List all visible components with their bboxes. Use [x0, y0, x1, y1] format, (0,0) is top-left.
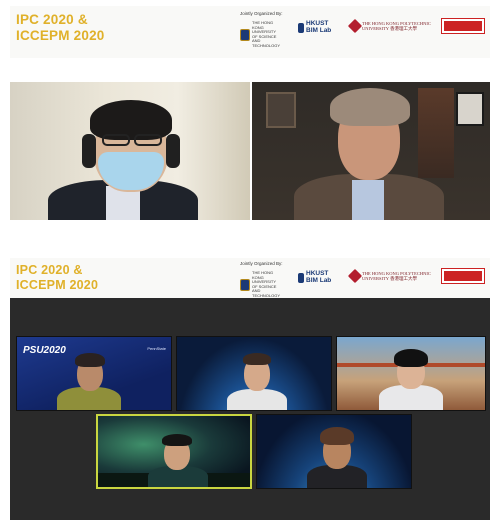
polyu-logo-text: THE HONG KONG POLYTECHNIC UNIVERSITY 香港理… [362, 271, 431, 281]
polyu-logo-text: THE HONG KONG POLYTECHNIC UNIVERSITY 香港理… [362, 21, 431, 31]
organized-by-label: Jointly Organized By: [240, 11, 283, 16]
event-title-line1: IPC 2020 & [16, 263, 83, 277]
partner-logo [441, 18, 485, 34]
participant-tile[interactable] [336, 336, 486, 411]
hkust-logo: THE HONG KONG UNIVERSITY OF SCIENCE AND … [240, 270, 282, 298]
polyu-diamond-icon [347, 268, 363, 284]
hkust-crest-icon [240, 278, 250, 291]
virtual-background-title: PSU2020 [23, 345, 66, 356]
bim-lab-logo: HKUST BIM Lab [298, 20, 338, 34]
event-title-line2: ICCEPM 2020 [16, 28, 105, 43]
hkust-crest-icon [298, 22, 304, 33]
conference-header: IPC 2020 & ICCEPM 2020 Jointly Organized… [10, 258, 490, 298]
polyu-logo: THE HONG KONG POLYTECHNIC UNIVERSITY 香港理… [347, 18, 432, 34]
event-title-line1: IPC 2020 & [16, 12, 88, 27]
pennstate-badge: PennState [147, 346, 166, 351]
organized-by-label: Jointly Organized By: [240, 261, 283, 266]
video-feed-host [10, 82, 250, 220]
conference-header: IPC 2020 & ICCEPM 2020 Jointly Organized… [10, 6, 490, 58]
bim-logo-line2: BIM Lab [306, 276, 332, 284]
video-feed-guest [252, 82, 490, 220]
organizer-logos: Jointly Organized By: THE HONG KONG UNIV… [232, 261, 490, 297]
partner-banner-icon [441, 18, 485, 34]
hkust-logo-text: THE HONG KONG UNIVERSITY OF SCIENCE AND … [252, 270, 281, 298]
participant-tile[interactable]: PSU2020 PennState [16, 336, 172, 411]
hkust-logo: THE HONG KONG UNIVERSITY OF SCIENCE AND … [240, 20, 282, 48]
polyu-logo: THE HONG KONG POLYTECHNIC UNIVERSITY 香港理… [347, 268, 432, 284]
video-call-panel-gallery: IPC 2020 & ICCEPM 2020 Jointly Organized… [10, 258, 490, 520]
event-title: IPC 2020 & ICCEPM 2020 [16, 12, 105, 44]
hkust-crest-icon [298, 272, 304, 283]
video-call-panel-top: IPC 2020 & ICCEPM 2020 Jointly Organized… [10, 6, 490, 243]
event-title-line2: ICCEPM 2020 [16, 278, 99, 292]
polyu-diamond-icon [347, 18, 363, 34]
partner-banner-icon [441, 268, 485, 284]
organizer-logos: Jointly Organized By: THE HONG KONG UNIV… [232, 11, 490, 47]
event-title: IPC 2020 & ICCEPM 2020 [16, 263, 98, 293]
hkust-logo-text: THE HONG KONG UNIVERSITY OF SCIENCE AND … [252, 20, 281, 48]
hkust-crest-icon [240, 28, 250, 41]
bim-logo-line2: BIM Lab [306, 26, 332, 34]
bim-lab-logo: HKUST BIM Lab [298, 270, 338, 284]
participant-tile[interactable] [176, 336, 332, 411]
participant-tile[interactable] [256, 414, 412, 489]
partner-logo [441, 268, 485, 284]
participant-tile-active-speaker[interactable] [96, 414, 252, 489]
